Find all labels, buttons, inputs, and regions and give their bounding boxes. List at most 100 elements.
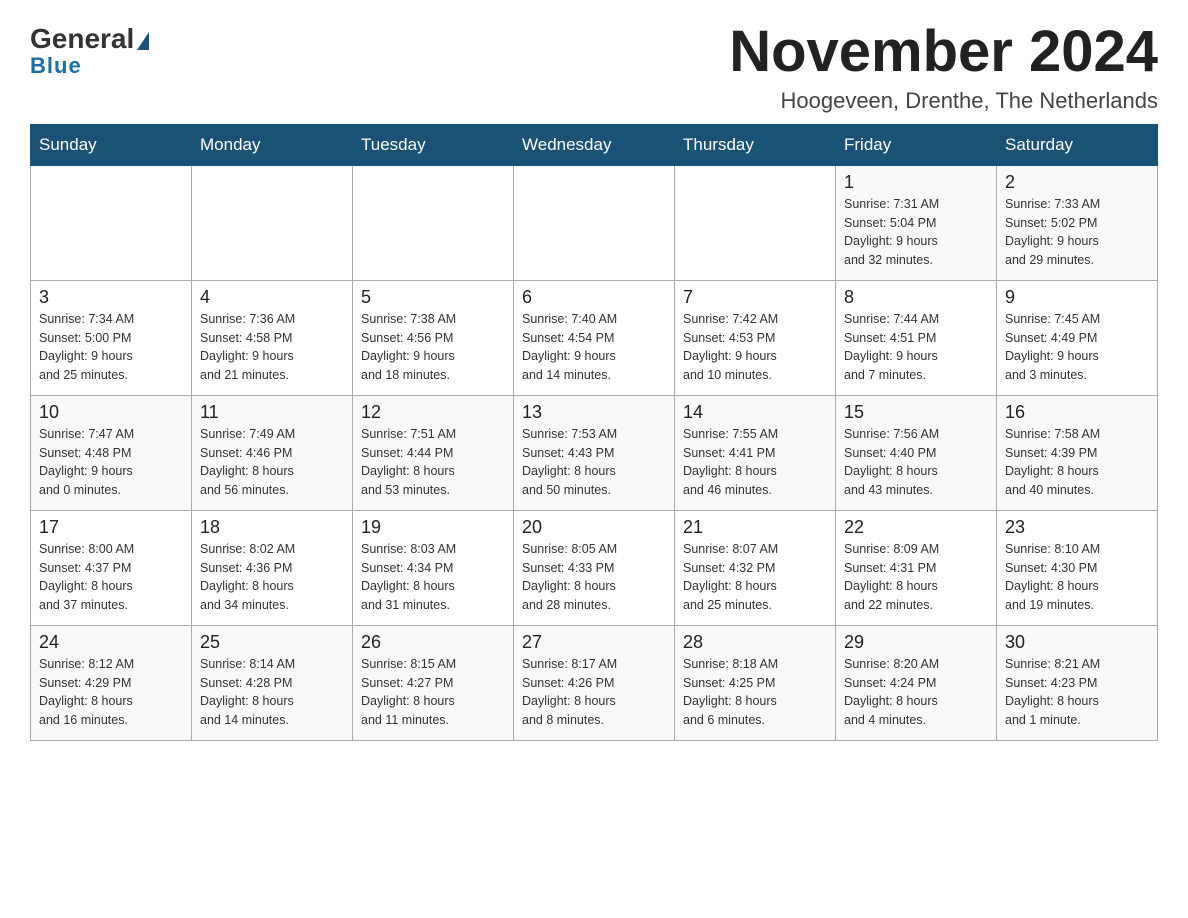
- day-number: 22: [844, 517, 988, 538]
- title-block: November 2024 Hoogeveen, Drenthe, The Ne…: [729, 20, 1158, 114]
- calendar-header-row: SundayMondayTuesdayWednesdayThursdayFrid…: [31, 124, 1158, 165]
- day-number: 1: [844, 172, 988, 193]
- calendar-cell: 3Sunrise: 7:34 AM Sunset: 5:00 PM Daylig…: [31, 280, 192, 395]
- day-info: Sunrise: 8:12 AM Sunset: 4:29 PM Dayligh…: [39, 655, 183, 730]
- calendar-cell: 20Sunrise: 8:05 AM Sunset: 4:33 PM Dayli…: [514, 510, 675, 625]
- day-info: Sunrise: 7:47 AM Sunset: 4:48 PM Dayligh…: [39, 425, 183, 500]
- day-number: 25: [200, 632, 344, 653]
- day-number: 21: [683, 517, 827, 538]
- calendar-cell: 9Sunrise: 7:45 AM Sunset: 4:49 PM Daylig…: [997, 280, 1158, 395]
- day-number: 8: [844, 287, 988, 308]
- month-title: November 2024: [729, 20, 1158, 84]
- calendar-cell: 1Sunrise: 7:31 AM Sunset: 5:04 PM Daylig…: [836, 165, 997, 280]
- day-number: 20: [522, 517, 666, 538]
- calendar-cell: 24Sunrise: 8:12 AM Sunset: 4:29 PM Dayli…: [31, 625, 192, 740]
- day-number: 12: [361, 402, 505, 423]
- day-number: 7: [683, 287, 827, 308]
- logo-blue-text: Blue: [30, 53, 82, 79]
- calendar-cell: 19Sunrise: 8:03 AM Sunset: 4:34 PM Dayli…: [353, 510, 514, 625]
- calendar-cell: 13Sunrise: 7:53 AM Sunset: 4:43 PM Dayli…: [514, 395, 675, 510]
- day-info: Sunrise: 8:03 AM Sunset: 4:34 PM Dayligh…: [361, 540, 505, 615]
- day-number: 5: [361, 287, 505, 308]
- day-number: 29: [844, 632, 988, 653]
- calendar-cell: 12Sunrise: 7:51 AM Sunset: 4:44 PM Dayli…: [353, 395, 514, 510]
- day-number: 3: [39, 287, 183, 308]
- location-title: Hoogeveen, Drenthe, The Netherlands: [729, 88, 1158, 114]
- col-header-sunday: Sunday: [31, 124, 192, 165]
- day-number: 13: [522, 402, 666, 423]
- day-info: Sunrise: 7:33 AM Sunset: 5:02 PM Dayligh…: [1005, 195, 1149, 270]
- day-number: 14: [683, 402, 827, 423]
- calendar-week-row: 1Sunrise: 7:31 AM Sunset: 5:04 PM Daylig…: [31, 165, 1158, 280]
- day-info: Sunrise: 8:15 AM Sunset: 4:27 PM Dayligh…: [361, 655, 505, 730]
- col-header-friday: Friday: [836, 124, 997, 165]
- day-info: Sunrise: 8:10 AM Sunset: 4:30 PM Dayligh…: [1005, 540, 1149, 615]
- day-info: Sunrise: 8:18 AM Sunset: 4:25 PM Dayligh…: [683, 655, 827, 730]
- day-number: 18: [200, 517, 344, 538]
- calendar-cell: 30Sunrise: 8:21 AM Sunset: 4:23 PM Dayli…: [997, 625, 1158, 740]
- day-number: 27: [522, 632, 666, 653]
- calendar-cell: 23Sunrise: 8:10 AM Sunset: 4:30 PM Dayli…: [997, 510, 1158, 625]
- day-info: Sunrise: 8:07 AM Sunset: 4:32 PM Dayligh…: [683, 540, 827, 615]
- calendar-cell: [514, 165, 675, 280]
- calendar-cell: 26Sunrise: 8:15 AM Sunset: 4:27 PM Dayli…: [353, 625, 514, 740]
- logo-general-text: General: [30, 25, 149, 53]
- calendar-cell: 21Sunrise: 8:07 AM Sunset: 4:32 PM Dayli…: [675, 510, 836, 625]
- day-info: Sunrise: 8:00 AM Sunset: 4:37 PM Dayligh…: [39, 540, 183, 615]
- day-info: Sunrise: 7:51 AM Sunset: 4:44 PM Dayligh…: [361, 425, 505, 500]
- calendar-cell: 16Sunrise: 7:58 AM Sunset: 4:39 PM Dayli…: [997, 395, 1158, 510]
- calendar-cell: 5Sunrise: 7:38 AM Sunset: 4:56 PM Daylig…: [353, 280, 514, 395]
- calendar-cell: 14Sunrise: 7:55 AM Sunset: 4:41 PM Dayli…: [675, 395, 836, 510]
- calendar-week-row: 10Sunrise: 7:47 AM Sunset: 4:48 PM Dayli…: [31, 395, 1158, 510]
- day-info: Sunrise: 7:42 AM Sunset: 4:53 PM Dayligh…: [683, 310, 827, 385]
- day-number: 23: [1005, 517, 1149, 538]
- calendar-cell: 11Sunrise: 7:49 AM Sunset: 4:46 PM Dayli…: [192, 395, 353, 510]
- day-number: 10: [39, 402, 183, 423]
- calendar-cell: [675, 165, 836, 280]
- calendar-week-row: 3Sunrise: 7:34 AM Sunset: 5:00 PM Daylig…: [31, 280, 1158, 395]
- day-info: Sunrise: 8:09 AM Sunset: 4:31 PM Dayligh…: [844, 540, 988, 615]
- day-info: Sunrise: 8:02 AM Sunset: 4:36 PM Dayligh…: [200, 540, 344, 615]
- day-info: Sunrise: 8:20 AM Sunset: 4:24 PM Dayligh…: [844, 655, 988, 730]
- day-info: Sunrise: 7:38 AM Sunset: 4:56 PM Dayligh…: [361, 310, 505, 385]
- col-header-tuesday: Tuesday: [353, 124, 514, 165]
- day-info: Sunrise: 7:34 AM Sunset: 5:00 PM Dayligh…: [39, 310, 183, 385]
- col-header-wednesday: Wednesday: [514, 124, 675, 165]
- day-info: Sunrise: 7:36 AM Sunset: 4:58 PM Dayligh…: [200, 310, 344, 385]
- day-info: Sunrise: 8:05 AM Sunset: 4:33 PM Dayligh…: [522, 540, 666, 615]
- calendar-cell: 6Sunrise: 7:40 AM Sunset: 4:54 PM Daylig…: [514, 280, 675, 395]
- calendar-week-row: 24Sunrise: 8:12 AM Sunset: 4:29 PM Dayli…: [31, 625, 1158, 740]
- col-header-thursday: Thursday: [675, 124, 836, 165]
- calendar-cell: 10Sunrise: 7:47 AM Sunset: 4:48 PM Dayli…: [31, 395, 192, 510]
- page-header: General Blue November 2024 Hoogeveen, Dr…: [30, 20, 1158, 114]
- day-info: Sunrise: 8:17 AM Sunset: 4:26 PM Dayligh…: [522, 655, 666, 730]
- day-info: Sunrise: 7:53 AM Sunset: 4:43 PM Dayligh…: [522, 425, 666, 500]
- day-number: 26: [361, 632, 505, 653]
- day-number: 2: [1005, 172, 1149, 193]
- day-info: Sunrise: 7:45 AM Sunset: 4:49 PM Dayligh…: [1005, 310, 1149, 385]
- day-number: 19: [361, 517, 505, 538]
- col-header-monday: Monday: [192, 124, 353, 165]
- day-number: 15: [844, 402, 988, 423]
- calendar-cell: 15Sunrise: 7:56 AM Sunset: 4:40 PM Dayli…: [836, 395, 997, 510]
- calendar-cell: 4Sunrise: 7:36 AM Sunset: 4:58 PM Daylig…: [192, 280, 353, 395]
- day-info: Sunrise: 7:58 AM Sunset: 4:39 PM Dayligh…: [1005, 425, 1149, 500]
- day-info: Sunrise: 7:40 AM Sunset: 4:54 PM Dayligh…: [522, 310, 666, 385]
- calendar-cell: [192, 165, 353, 280]
- day-info: Sunrise: 7:55 AM Sunset: 4:41 PM Dayligh…: [683, 425, 827, 500]
- day-number: 28: [683, 632, 827, 653]
- calendar-table: SundayMondayTuesdayWednesdayThursdayFrid…: [30, 124, 1158, 741]
- calendar-cell: [31, 165, 192, 280]
- calendar-cell: 29Sunrise: 8:20 AM Sunset: 4:24 PM Dayli…: [836, 625, 997, 740]
- day-number: 16: [1005, 402, 1149, 423]
- calendar-cell: 2Sunrise: 7:33 AM Sunset: 5:02 PM Daylig…: [997, 165, 1158, 280]
- day-number: 6: [522, 287, 666, 308]
- day-number: 24: [39, 632, 183, 653]
- calendar-week-row: 17Sunrise: 8:00 AM Sunset: 4:37 PM Dayli…: [31, 510, 1158, 625]
- calendar-cell: 28Sunrise: 8:18 AM Sunset: 4:25 PM Dayli…: [675, 625, 836, 740]
- logo: General Blue: [30, 20, 149, 79]
- calendar-cell: 22Sunrise: 8:09 AM Sunset: 4:31 PM Dayli…: [836, 510, 997, 625]
- col-header-saturday: Saturday: [997, 124, 1158, 165]
- calendar-cell: [353, 165, 514, 280]
- day-info: Sunrise: 8:21 AM Sunset: 4:23 PM Dayligh…: [1005, 655, 1149, 730]
